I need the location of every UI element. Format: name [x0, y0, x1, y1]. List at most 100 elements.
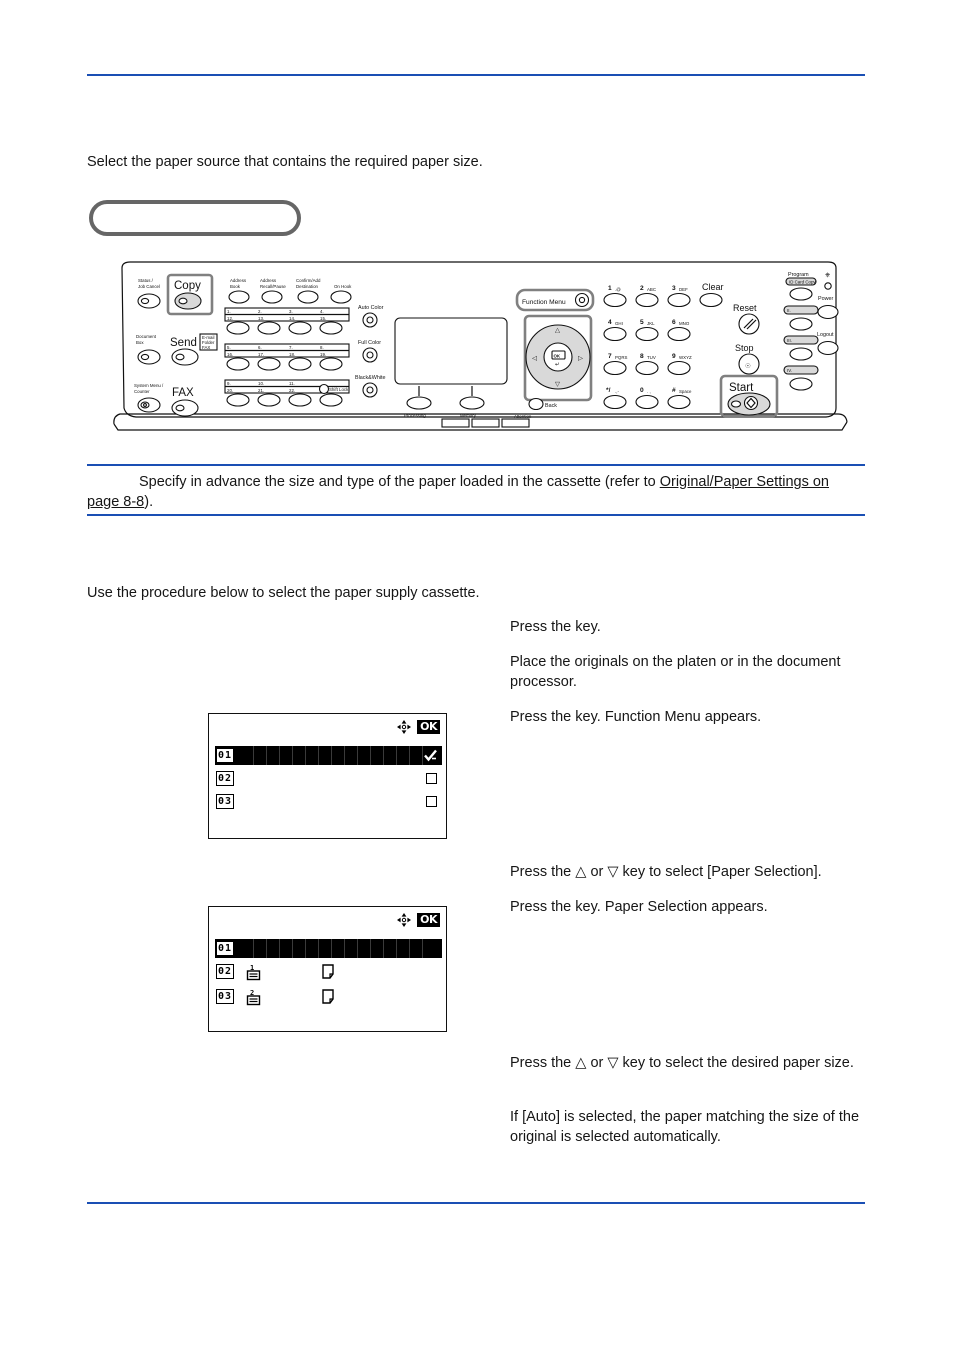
- svg-text:5: 5: [640, 319, 644, 326]
- svg-text:9: 9: [672, 353, 676, 360]
- ok-badge: OK: [417, 913, 440, 927]
- svg-text:2.: 2.: [258, 309, 262, 314]
- svg-text:18.: 18.: [289, 352, 295, 357]
- lcd-row[interactable]: 03 2: [215, 987, 442, 1006]
- svg-text:Processing: Processing: [404, 413, 426, 418]
- note-box: Specify in advance the size and type of …: [87, 464, 865, 516]
- svg-text:TUV: TUV: [647, 355, 656, 360]
- row-number: 01: [216, 748, 235, 763]
- svg-text:6.: 6.: [258, 345, 262, 350]
- svg-text:3: 3: [672, 285, 676, 292]
- svg-text:Logout: Logout: [817, 332, 834, 338]
- header-rule: [87, 74, 865, 76]
- svg-text:On Hook: On Hook: [334, 284, 352, 289]
- svg-text:Back: Back: [545, 403, 557, 409]
- svg-text:Power: Power: [818, 296, 833, 302]
- svg-text:7.: 7.: [289, 345, 293, 350]
- svg-text:Full Color: Full Color: [358, 340, 381, 346]
- intro-paragraph: Select the paper source that contains th…: [87, 154, 483, 170]
- svg-text:JKL: JKL: [647, 321, 655, 326]
- svg-text:22.: 22.: [289, 388, 295, 393]
- svg-text:Stop: Stop: [735, 343, 754, 353]
- note-rule-top: [87, 464, 865, 466]
- svg-text:1: 1: [608, 285, 612, 292]
- heading-placeholder-pill: [89, 200, 301, 236]
- svg-text:#: #: [672, 387, 676, 394]
- svg-text:WXYZ: WXYZ: [679, 355, 692, 360]
- lcd-header-indicators: OK: [396, 719, 440, 735]
- row-grid-pattern: [241, 746, 431, 765]
- procedure-intro-paragraph: Use the procedure below to select the pa…: [87, 585, 480, 601]
- svg-text:Shift Lock: Shift Lock: [329, 387, 349, 392]
- note-text-lead: Specify in advance the size and type of …: [139, 474, 660, 490]
- svg-text:Clear: Clear: [702, 282, 724, 292]
- svg-text:1.: 1.: [227, 309, 231, 314]
- step-3-text: Press the key. Function Menu appears.: [510, 709, 762, 725]
- svg-text:10.: 10.: [258, 381, 264, 386]
- svg-text:7: 7: [608, 353, 612, 360]
- svg-text:0: 0: [640, 387, 644, 394]
- lcd-row[interactable]: 02 1: [215, 962, 442, 981]
- svg-text:4.: 4.: [320, 309, 324, 314]
- control-panel-illustration: .ol { fill:none; stroke:#111; stroke-wid…: [112, 256, 852, 436]
- svg-text:Attention: Attention: [514, 414, 532, 419]
- svg-text:Status /: Status /: [138, 278, 154, 283]
- svg-text:II.: II.: [787, 308, 791, 313]
- svg-text:Confirm/Add: Confirm/Add: [296, 278, 321, 283]
- lcd-row[interactable]: 03: [215, 792, 442, 811]
- note-text-tail: ).: [144, 494, 154, 510]
- svg-text:ID Card Copy: ID Card Copy: [789, 280, 816, 285]
- step-2-text: Place the originals on the platen or in …: [510, 654, 841, 690]
- svg-text:5.: 5.: [227, 345, 231, 350]
- svg-text:9.: 9.: [227, 381, 231, 386]
- row-number: 02: [216, 771, 235, 786]
- svg-text:Start: Start: [729, 382, 754, 394]
- svg-text:Reset: Reset: [733, 303, 757, 313]
- svg-text:Auto Color: Auto Color: [358, 305, 384, 311]
- svg-text:DEF: DEF: [679, 287, 688, 292]
- svg-text:Book: Book: [230, 284, 241, 289]
- svg-text:Address: Address: [230, 278, 247, 283]
- svg-text:.@: .@: [615, 287, 621, 292]
- lcd-header-indicators: OK: [396, 912, 440, 928]
- svg-text:OK: OK: [554, 354, 561, 359]
- ok-badge: OK: [417, 720, 440, 734]
- svg-text:Box: Box: [136, 340, 144, 345]
- row-grid-pattern: [241, 939, 431, 958]
- lcd-row-selected[interactable]: 01: [215, 939, 442, 958]
- row-number: 03: [216, 989, 235, 1004]
- svg-text:4: 4: [608, 319, 612, 326]
- four-way-arrow-icon: [396, 719, 412, 735]
- svg-text:PQRS: PQRS: [615, 355, 628, 360]
- step-6-text: Press the △ or ▽ key to select the desir…: [510, 1055, 854, 1071]
- svg-text:20.: 20.: [227, 388, 233, 393]
- lcd-row-selected[interactable]: 01: [215, 746, 442, 765]
- svg-text:IV.: IV.: [787, 368, 792, 373]
- svg-text:Function Menu: Function Menu: [522, 299, 566, 306]
- step-5-text: Press the key. Paper Selection appears.: [510, 899, 768, 915]
- row-number: 01: [216, 941, 235, 956]
- svg-text:Counter: Counter: [134, 389, 150, 394]
- svg-text:Copy: Copy: [174, 280, 201, 292]
- svg-text:Space: Space: [679, 389, 692, 394]
- footer-rule: [87, 1202, 865, 1204]
- svg-text:13.: 13.: [258, 316, 264, 321]
- svg-text:15.: 15.: [320, 316, 326, 321]
- note-rule-bottom: [87, 514, 865, 516]
- four-way-arrow-icon: [396, 912, 412, 928]
- checkbox-icon: [426, 773, 437, 784]
- svg-text:Send: Send: [170, 337, 197, 349]
- step-1-text: Press the key.: [510, 619, 601, 635]
- svg-text:III.: III.: [787, 338, 792, 343]
- svg-text:6: 6: [672, 319, 676, 326]
- svg-text:21.: 21.: [258, 388, 264, 393]
- lcd-row[interactable]: 02: [215, 769, 442, 788]
- row-number: 02: [216, 964, 235, 979]
- svg-text:12.: 12.: [227, 316, 233, 321]
- svg-text:☉: ☉: [745, 362, 751, 370]
- svg-text:Memory: Memory: [460, 413, 477, 418]
- cassette-2-icon: 2: [246, 988, 262, 1006]
- svg-text:ABC: ABC: [647, 287, 656, 292]
- svg-text:FAX: FAX: [172, 387, 194, 399]
- svg-text:Document: Document: [136, 334, 157, 339]
